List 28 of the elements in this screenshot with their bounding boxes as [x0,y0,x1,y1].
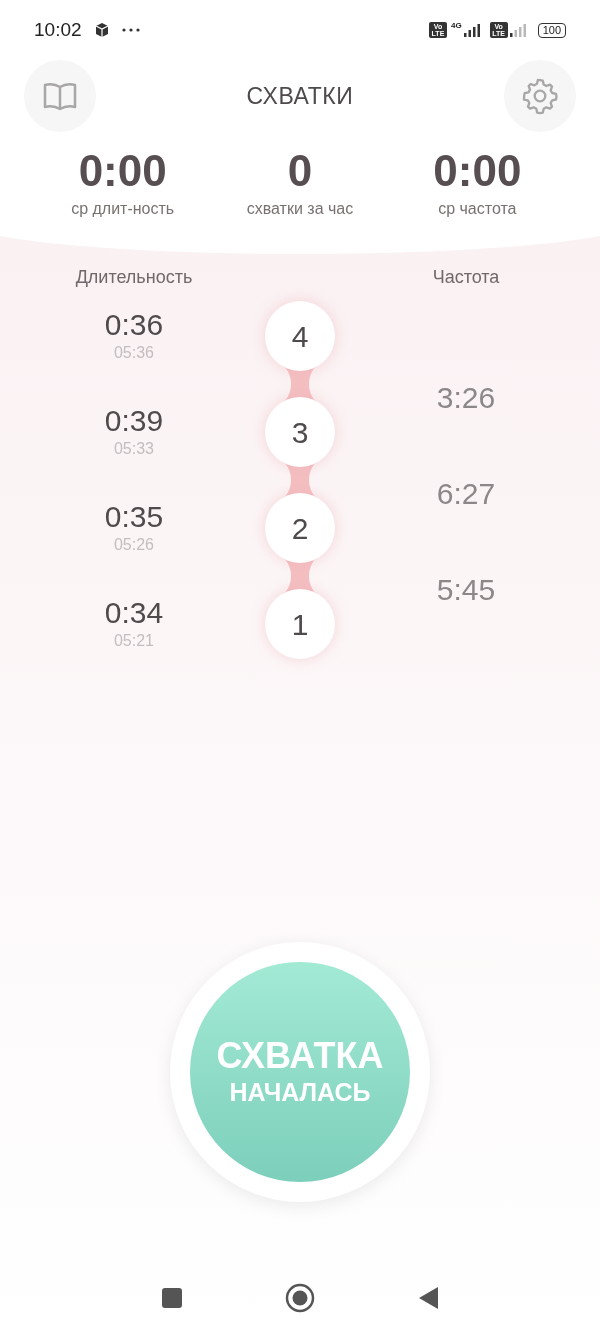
start-time: 05:26 [113,535,154,555]
contraction-number: 3 [265,397,335,467]
battery-indicator: 100 [537,22,566,38]
stat-label: ср частота [438,199,517,219]
network-type: 4G [450,22,462,30]
duration-value: 0:34 [104,595,164,631]
stat-label: схватки за час [246,199,354,219]
duration-value: 0:35 [104,499,164,535]
contraction-number: 4 [265,301,335,371]
start-time: 05:33 [113,439,154,459]
stat-value: 0 [287,146,313,196]
frequency-value: 5:45 [436,571,496,608]
stat-label: ср длит-ность [71,199,175,219]
contraction-number: 1 [265,589,335,659]
start-time: 05:21 [113,631,154,651]
duration-value: 0:36 [104,307,164,343]
stat-value: 0:00 [78,146,167,196]
contraction-number: 2 [265,493,335,563]
column-header: Частота [431,266,501,289]
column-header: Длительность [74,266,194,289]
stat-value: 0:00 [433,146,522,196]
start-time: 05:36 [113,343,154,363]
status-time: 10:02 [34,17,82,42]
duration-value: 0:39 [104,403,164,439]
frequency-value: 6:27 [436,475,496,512]
frequency-value: 3:26 [436,379,496,416]
start-contraction-button[interactable]: СХВАТКА НАЧАЛАСЬ [190,962,410,1182]
screen-title: СХВАТКИ [246,81,354,111]
